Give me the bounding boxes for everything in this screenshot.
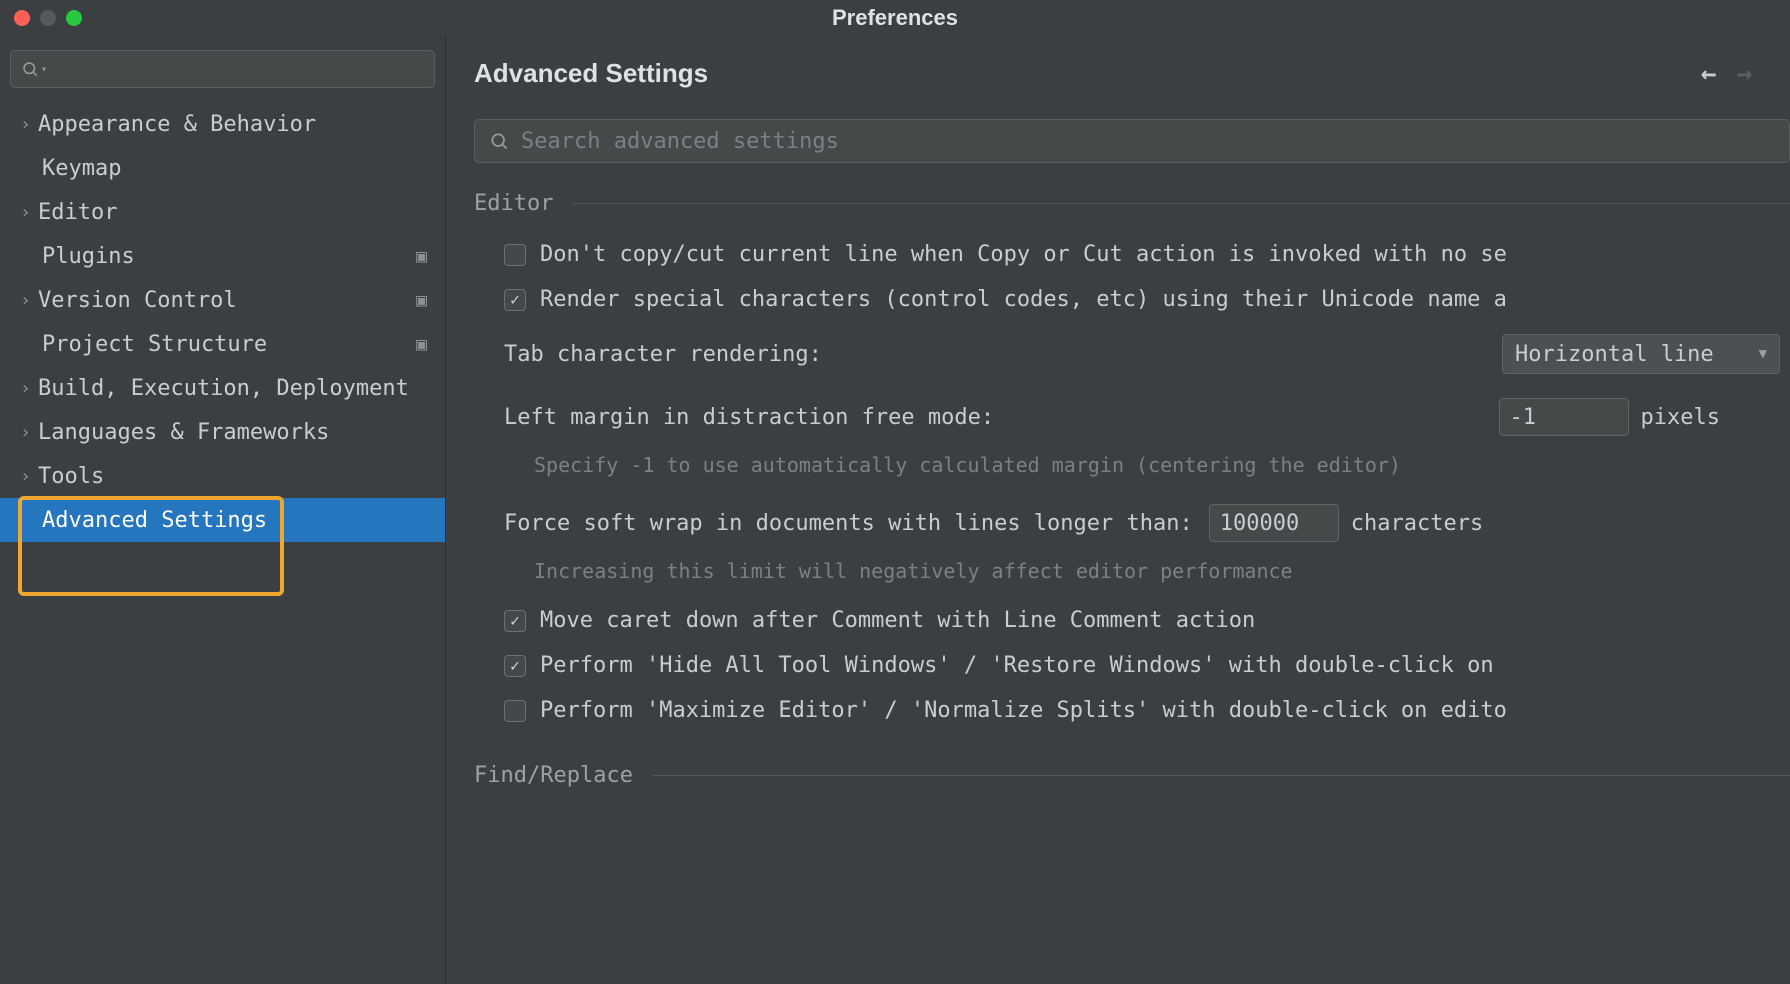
checkbox[interactable] bbox=[504, 289, 526, 311]
option-hide-tool-windows[interactable]: Perform 'Hide All Tool Windows' / 'Resto… bbox=[474, 643, 1790, 688]
sidebar-search-input[interactable]: ▾ bbox=[10, 50, 435, 88]
nav-tools[interactable]: ›Tools bbox=[0, 454, 445, 498]
title-bar: Preferences bbox=[0, 0, 1790, 36]
search-icon bbox=[489, 131, 509, 151]
chevron-right-icon: › bbox=[20, 290, 38, 311]
project-scope-icon: ▣ bbox=[416, 334, 427, 355]
chevron-right-icon: › bbox=[20, 202, 38, 223]
nav-editor[interactable]: ›Editor bbox=[0, 190, 445, 234]
field-left-margin: Left margin in distraction free mode: -1… bbox=[474, 386, 1790, 448]
tab-rendering-select[interactable]: Horizontal line ▼ bbox=[1502, 334, 1780, 374]
nav-appearance-behavior[interactable]: ›Appearance & Behavior bbox=[0, 102, 445, 146]
chevron-right-icon: › bbox=[20, 422, 38, 443]
sidebar: ▾ ›Appearance & Behavior Keymap ›Editor … bbox=[0, 36, 446, 984]
checkbox[interactable] bbox=[504, 610, 526, 632]
checkbox[interactable] bbox=[504, 244, 526, 266]
advanced-search-field[interactable] bbox=[521, 129, 1775, 154]
nav-build-execution-deployment[interactable]: ›Build, Execution, Deployment bbox=[0, 366, 445, 410]
chevron-right-icon: › bbox=[20, 466, 38, 487]
nav-project-structure[interactable]: Project Structure▣ bbox=[0, 322, 445, 366]
nav-languages-frameworks[interactable]: ›Languages & Frameworks bbox=[0, 410, 445, 454]
field-soft-wrap: Force soft wrap in documents with lines … bbox=[474, 492, 1790, 554]
option-maximize-editor[interactable]: Perform 'Maximize Editor' / 'Normalize S… bbox=[474, 688, 1790, 733]
search-icon bbox=[21, 60, 39, 78]
window-title: Preferences bbox=[832, 5, 958, 31]
settings-nav: ›Appearance & Behavior Keymap ›Editor Pl… bbox=[0, 96, 445, 542]
advanced-search-input[interactable] bbox=[474, 119, 1790, 163]
nav-keymap[interactable]: Keymap bbox=[0, 146, 445, 190]
close-window-button[interactable] bbox=[14, 10, 30, 26]
checkbox[interactable] bbox=[504, 700, 526, 722]
field-tab-rendering: Tab character rendering: Horizontal line… bbox=[474, 322, 1790, 386]
minimize-window-button[interactable] bbox=[40, 10, 56, 26]
soft-wrap-help: Increasing this limit will negatively af… bbox=[474, 554, 1454, 598]
project-scope-icon: ▣ bbox=[416, 290, 427, 311]
checkbox[interactable] bbox=[504, 655, 526, 677]
page-title: Advanced Settings bbox=[474, 58, 708, 89]
section-find-replace: Find/Replace bbox=[474, 763, 1790, 788]
option-move-caret[interactable]: Move caret down after Comment with Line … bbox=[474, 598, 1790, 643]
unit-label: characters bbox=[1351, 511, 1483, 536]
main-panel: Advanced Settings ← → Editor Don't copy/… bbox=[446, 36, 1790, 984]
chevron-down-icon: ▾ bbox=[41, 64, 47, 75]
chevron-down-icon: ▼ bbox=[1759, 346, 1767, 362]
maximize-window-button[interactable] bbox=[66, 10, 82, 26]
chevron-right-icon: › bbox=[20, 378, 38, 399]
section-editor: Editor bbox=[474, 191, 1790, 216]
left-margin-input[interactable]: -1 bbox=[1499, 398, 1629, 436]
option-render-special-chars[interactable]: Render special characters (control codes… bbox=[474, 277, 1790, 322]
chevron-right-icon: › bbox=[20, 114, 38, 135]
nav-plugins[interactable]: Plugins▣ bbox=[0, 234, 445, 278]
breadcrumb-nav: ← → bbox=[1701, 59, 1762, 89]
project-scope-icon: ▣ bbox=[416, 246, 427, 267]
left-margin-help: Specify -1 to use automatically calculat… bbox=[474, 448, 1454, 492]
nav-back-button[interactable]: ← bbox=[1701, 59, 1717, 89]
soft-wrap-input[interactable]: 100000 bbox=[1209, 504, 1339, 542]
nav-version-control[interactable]: ›Version Control▣ bbox=[0, 278, 445, 322]
unit-label: pixels bbox=[1641, 405, 1720, 430]
nav-advanced-settings[interactable]: Advanced Settings bbox=[0, 498, 445, 542]
nav-forward-button: → bbox=[1736, 59, 1752, 89]
option-dont-copy-cut[interactable]: Don't copy/cut current line when Copy or… bbox=[474, 232, 1790, 277]
window-controls bbox=[0, 10, 82, 26]
